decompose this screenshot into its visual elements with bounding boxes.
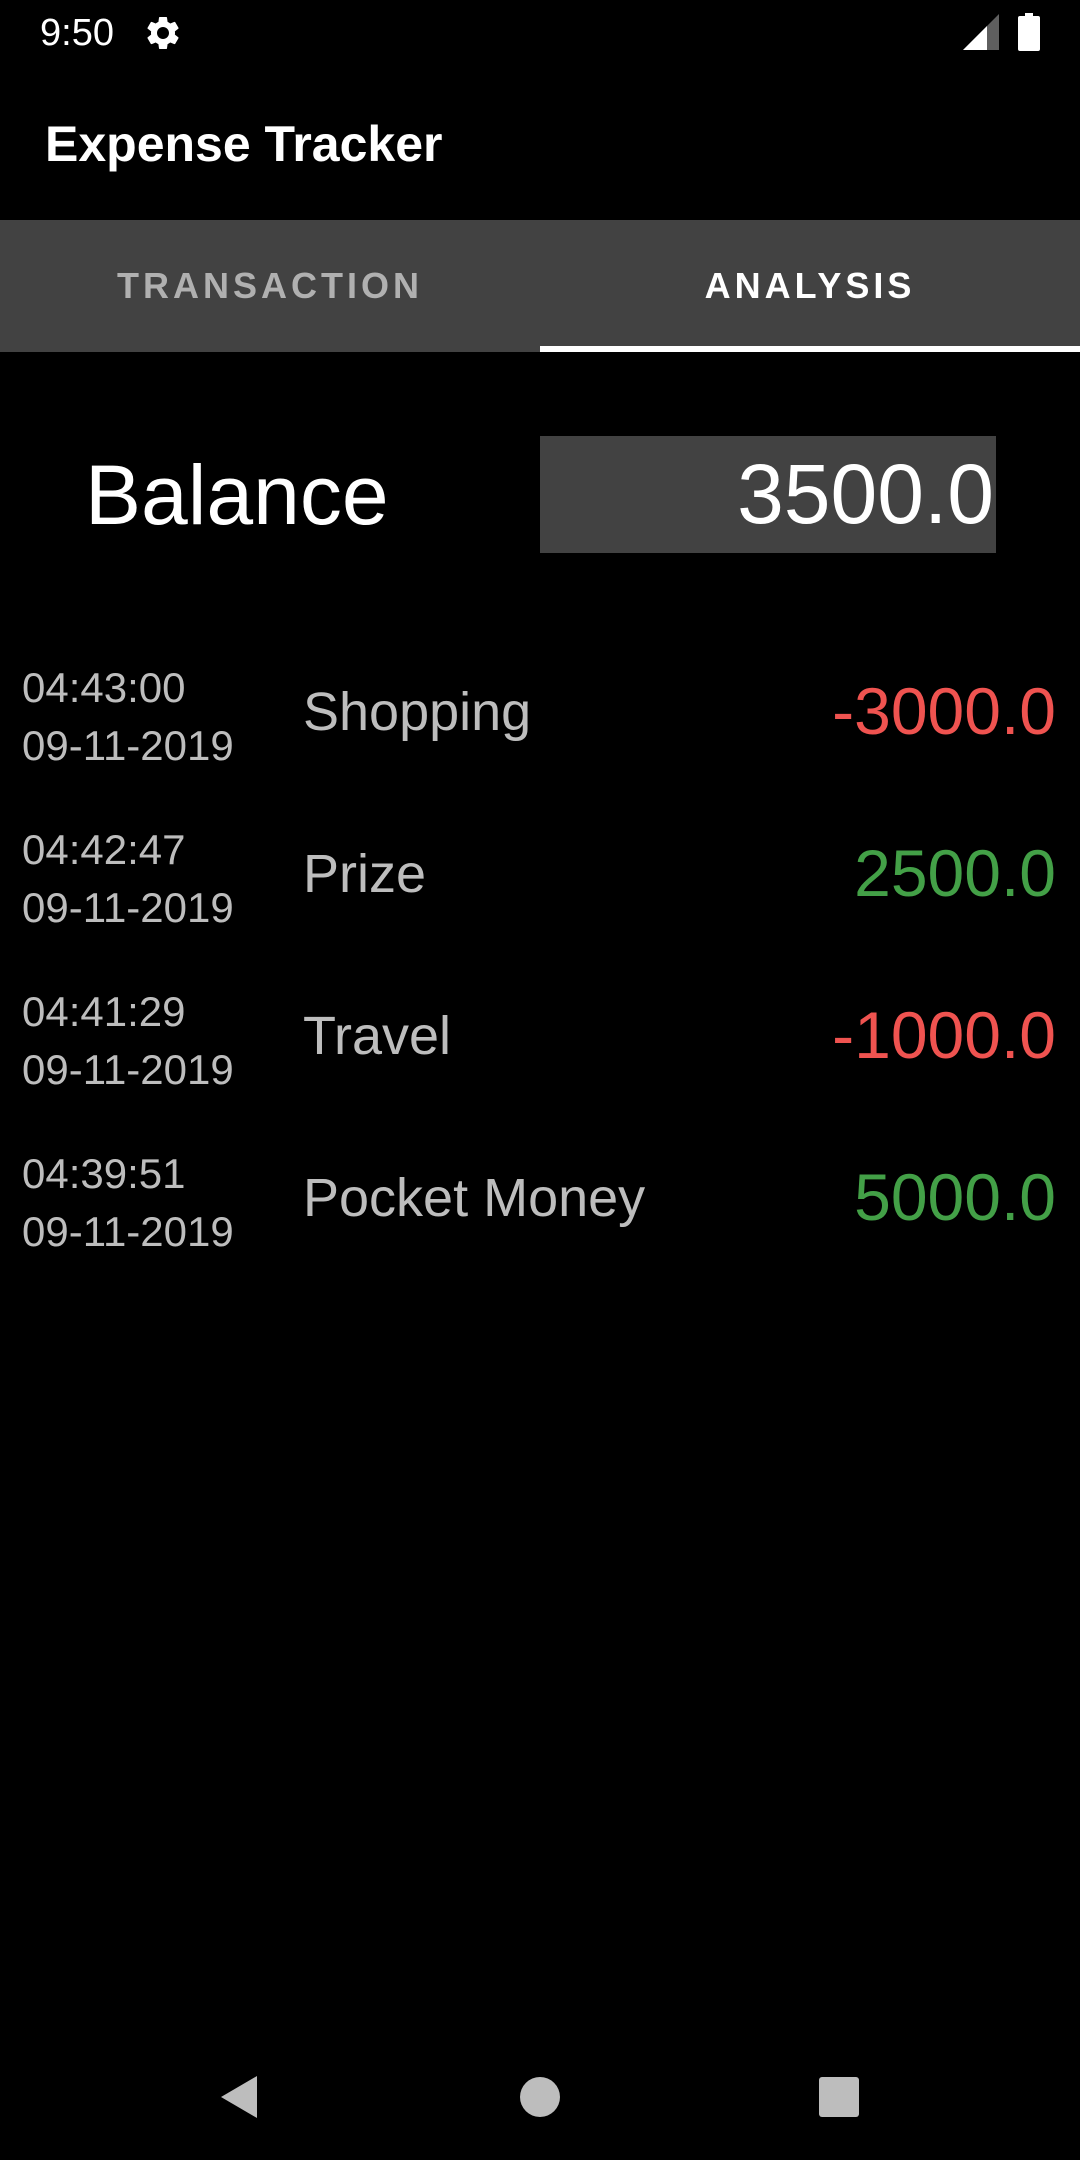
tab-transaction[interactable]: TRANSACTION xyxy=(0,220,540,352)
battery-icon xyxy=(1018,13,1040,51)
transaction-date: 09-11-2019 xyxy=(22,1208,234,1255)
home-icon[interactable] xyxy=(505,2062,575,2132)
transaction-row[interactable]: 04:42:47 09-11-2019 Prize 2500.0 xyxy=(0,822,1080,984)
app-bar: Expense Tracker xyxy=(0,66,1080,220)
transaction-row[interactable]: 04:41:29 09-11-2019 Travel -1000.0 xyxy=(0,984,1080,1146)
transaction-category: Shopping xyxy=(303,682,532,742)
transaction-amount: 5000.0 xyxy=(854,1160,1056,1234)
transaction-date: 09-11-2019 xyxy=(22,1046,234,1093)
transaction-list: 04:43:00 09-11-2019 Shopping -3000.0 04:… xyxy=(0,660,1080,1308)
navigation-bar xyxy=(0,2034,1080,2160)
status-bar: 9:50 xyxy=(0,0,1080,66)
transaction-date: 09-11-2019 xyxy=(22,884,234,931)
transaction-date: 09-11-2019 xyxy=(22,722,234,769)
transaction-category: Travel xyxy=(303,1006,452,1066)
back-icon[interactable] xyxy=(205,2062,275,2132)
transaction-amount: -3000.0 xyxy=(832,674,1056,748)
tab-bar: TRANSACTION ANALYSIS xyxy=(0,220,1080,352)
transaction-category: Prize xyxy=(303,844,427,904)
transaction-time: 04:43:00 xyxy=(22,664,186,711)
transaction-category: Pocket Money xyxy=(303,1168,646,1228)
signal-icon xyxy=(963,14,999,50)
app-title: Expense Tracker xyxy=(45,116,443,172)
tab-indicator xyxy=(540,346,1080,352)
status-time: 9:50 xyxy=(40,12,114,54)
balance-field: 3500.0 xyxy=(540,436,996,553)
tab-analysis[interactable]: ANALYSIS xyxy=(540,220,1080,352)
balance-value: 3500.0 xyxy=(737,447,994,541)
transaction-row[interactable]: 04:39:51 09-11-2019 Pocket Money 5000.0 xyxy=(0,1146,1080,1308)
transaction-time: 04:42:47 xyxy=(22,826,186,873)
gear-icon xyxy=(143,13,183,53)
transaction-row[interactable]: 04:43:00 09-11-2019 Shopping -3000.0 xyxy=(0,660,1080,822)
balance-label: Balance xyxy=(85,448,389,542)
transaction-amount: 2500.0 xyxy=(854,836,1056,910)
recents-icon[interactable] xyxy=(804,2062,874,2132)
transaction-time: 04:39:51 xyxy=(22,1150,186,1197)
transaction-time: 04:41:29 xyxy=(22,988,186,1035)
transaction-amount: -1000.0 xyxy=(832,998,1056,1072)
